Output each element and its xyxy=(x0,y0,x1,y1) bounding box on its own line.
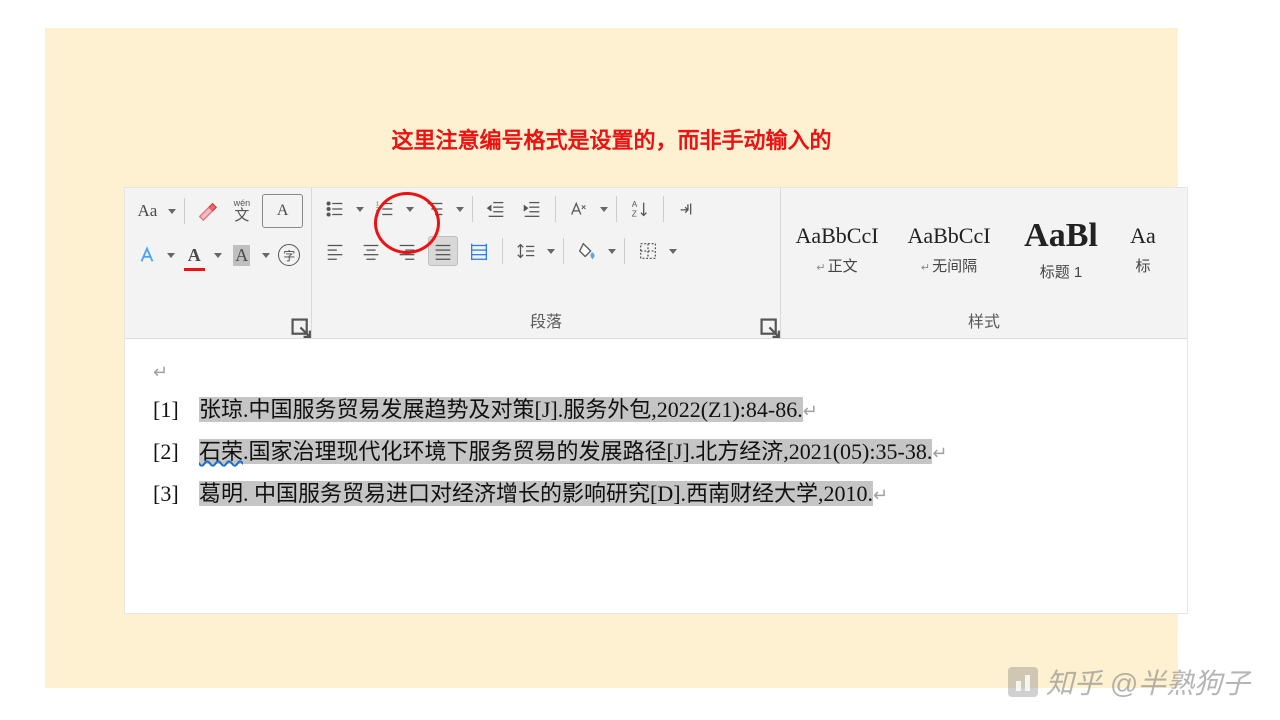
highlight-dropdown[interactable] xyxy=(262,253,270,258)
character-border-button[interactable]: A xyxy=(262,194,303,228)
font-dialog-launcher[interactable] xyxy=(291,318,305,332)
style-normal[interactable]: AaBbCcI ↵正文 xyxy=(781,194,893,304)
shading-button[interactable] xyxy=(572,236,602,266)
increase-indent-button[interactable] xyxy=(517,194,547,224)
bullets-button[interactable] xyxy=(320,194,350,224)
reference-author-wavy: 石荣 xyxy=(199,439,243,464)
reference-item[interactable]: [1] 张琼.中国服务贸易发展趋势及对策[J].服务外包,2022(Z1):84… xyxy=(153,389,1159,431)
multilevel-list-dropdown[interactable] xyxy=(456,207,464,212)
font-color-button[interactable]: A xyxy=(181,240,209,270)
align-right-button[interactable] xyxy=(392,236,422,266)
watermark: 知乎 @半熟狗子 xyxy=(1008,662,1250,702)
phonetic-guide-button[interactable]: wén文 xyxy=(227,196,256,226)
paragraph-mark: ↵ xyxy=(153,355,1159,389)
numbering-dropdown[interactable] xyxy=(406,207,414,212)
asian-layout-dropdown[interactable] xyxy=(600,207,608,212)
align-center-button[interactable] xyxy=(356,236,386,266)
styles-gallery[interactable]: AaBbCcI ↵正文 AaBbCcI ↵无间隔 AaBl 标题 1 Aa 标 xyxy=(781,194,1187,304)
font-group-label xyxy=(125,310,311,338)
style-heading1[interactable]: AaBl 标题 1 xyxy=(1005,194,1117,304)
text-effects-dropdown[interactable] xyxy=(167,253,175,258)
svg-text:Z: Z xyxy=(632,209,637,218)
asian-layout-button[interactable] xyxy=(564,194,594,224)
word-window: Aa wén文 A A A 字 1 xyxy=(125,188,1187,613)
change-case-dropdown[interactable] xyxy=(168,209,176,214)
bullets-dropdown[interactable] xyxy=(356,207,364,212)
reference-number: [1] xyxy=(153,389,199,431)
show-marks-button[interactable] xyxy=(672,194,702,224)
align-justify-button[interactable] xyxy=(428,236,458,266)
ribbon: Aa wén文 A A A 字 1 xyxy=(125,188,1187,339)
styles-group-label: 样式 xyxy=(781,304,1187,338)
align-distributed-button[interactable] xyxy=(464,236,494,266)
numbering-button[interactable]: 123 xyxy=(370,194,400,224)
reference-text: .国家治理现代化环境下服务贸易的发展路径[J].北方经济,2021(05):35… xyxy=(243,439,932,464)
multilevel-list-button[interactable] xyxy=(420,194,450,224)
style-heading2[interactable]: Aa 标 xyxy=(1117,194,1169,304)
reference-number: [3] xyxy=(153,473,199,515)
reference-item[interactable]: [2] 石荣.国家治理现代化环境下服务贸易的发展路径[J].北方经济,2021(… xyxy=(153,431,1159,473)
document-area[interactable]: ↵ [1] 张琼.中国服务贸易发展趋势及对策[J].服务外包,2022(Z1):… xyxy=(125,339,1187,523)
styles-group: AaBbCcI ↵正文 AaBbCcI ↵无间隔 AaBl 标题 1 Aa 标 … xyxy=(781,188,1187,338)
paragraph-group-label: 段落 xyxy=(312,304,780,338)
borders-dropdown[interactable] xyxy=(669,249,677,254)
reference-number: [2] xyxy=(153,431,199,473)
reference-text: 张琼.中国服务贸易发展趋势及对策[J].服务外包,2022(Z1):84-86. xyxy=(199,397,803,422)
borders-button[interactable] xyxy=(633,236,663,266)
font-group: Aa wén文 A A A 字 xyxy=(125,188,312,338)
decrease-indent-button[interactable] xyxy=(481,194,511,224)
reference-item[interactable]: [3] 葛明. 中国服务贸易进口对经济增长的影响研究[D].西南财经大学,201… xyxy=(153,473,1159,515)
svg-text:A: A xyxy=(632,200,638,209)
text-effects-button[interactable] xyxy=(133,240,161,270)
sort-button[interactable]: AZ xyxy=(625,194,655,224)
zhihu-logo-icon xyxy=(1008,667,1038,697)
line-spacing-dropdown[interactable] xyxy=(547,249,555,254)
svg-text:3: 3 xyxy=(376,212,379,218)
enclose-characters-button[interactable]: 字 xyxy=(276,240,304,270)
paragraph-dialog-launcher[interactable] xyxy=(760,318,774,332)
reference-text: 葛明. 中国服务贸易进口对经济增长的影响研究[D].西南财经大学,2010. xyxy=(199,481,873,506)
shading-dropdown[interactable] xyxy=(608,249,616,254)
annotation-caption: 这里注意编号格式是设置的，而非手动输入的 xyxy=(45,123,1178,155)
font-color-dropdown[interactable] xyxy=(214,253,222,258)
change-case-button[interactable]: Aa xyxy=(133,196,162,226)
clear-formatting-button[interactable] xyxy=(193,196,222,226)
line-spacing-button[interactable] xyxy=(511,236,541,266)
highlight-button[interactable]: A xyxy=(228,240,256,270)
style-no-spacing[interactable]: AaBbCcI ↵无间隔 xyxy=(893,194,1005,304)
paragraph-group: 123 AZ xyxy=(312,188,781,338)
align-left-button[interactable] xyxy=(320,236,350,266)
